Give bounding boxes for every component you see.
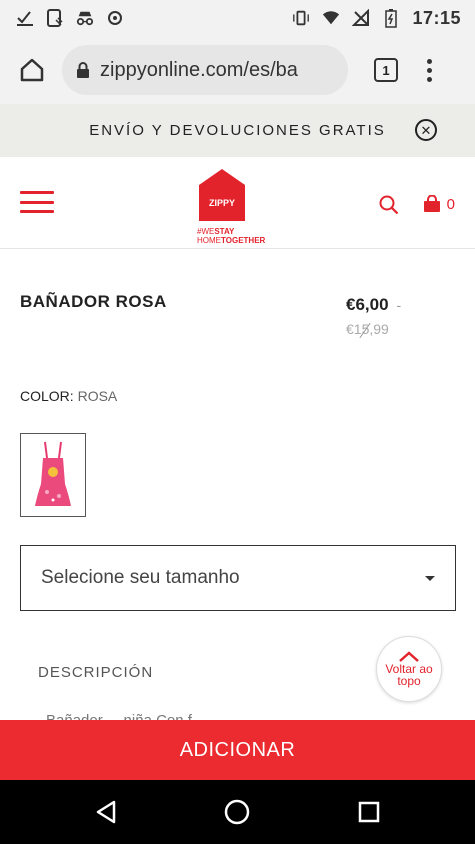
home-icon bbox=[20, 58, 44, 82]
sync-icon bbox=[106, 9, 124, 27]
back-to-top-button[interactable]: Voltar ao topo bbox=[376, 636, 442, 702]
price-block: €6,00- €15,99 bbox=[346, 295, 401, 339]
status-bar: 17:15 bbox=[0, 0, 475, 36]
hamburger-bar bbox=[20, 200, 54, 204]
wifi-icon bbox=[322, 9, 340, 27]
color-swatch-thumbnail[interactable] bbox=[20, 433, 86, 517]
recents-nav-button[interactable] bbox=[339, 782, 399, 842]
cart-count: 0 bbox=[446, 195, 455, 213]
logo-house-icon: ZIPPY bbox=[199, 169, 245, 221]
no-signal-icon bbox=[352, 9, 370, 27]
tagline-bold-2: TOGETHER bbox=[221, 236, 266, 245]
incognito-icon bbox=[76, 9, 94, 27]
vibrate-icon bbox=[292, 9, 310, 27]
lock-icon bbox=[77, 62, 89, 78]
browser-toolbar: zippyonline.com/es/ba 1 bbox=[0, 36, 475, 104]
current-price: €6,00 bbox=[346, 295, 389, 314]
address-bar[interactable]: zippyonline.com/es/ba bbox=[62, 45, 348, 95]
menu-dot bbox=[426, 76, 432, 82]
checkmark-icon bbox=[16, 9, 34, 27]
swimsuit-image bbox=[35, 441, 71, 506]
size-placeholder: Selecione seu tamanho bbox=[41, 567, 240, 588]
color-label: COLOR: bbox=[20, 388, 74, 404]
size-select[interactable]: Selecione seu tamanho bbox=[20, 545, 456, 611]
add-to-cart-button[interactable]: ADICIONAR bbox=[0, 720, 475, 780]
screenshot-icon bbox=[46, 9, 64, 27]
menu-dot bbox=[426, 58, 432, 64]
shopping-bag-icon bbox=[423, 195, 440, 212]
close-icon[interactable]: ✕ bbox=[415, 119, 437, 141]
site-header: ZIPPY #WESTAY HOMETOGETHER 0 bbox=[0, 157, 475, 249]
tagline-prefix: #WE bbox=[197, 227, 215, 236]
description-text: Bañador ... niña Con f... bbox=[46, 712, 204, 720]
hamburger-bar bbox=[20, 210, 54, 213]
promo-banner: ENVÍO Y DEVOLUCIONES GRATIS ✕ bbox=[0, 104, 475, 157]
hamburger-menu-icon[interactable] bbox=[20, 191, 54, 213]
add-button-label: ADICIONAR bbox=[179, 738, 296, 761]
product-title: BAÑADOR ROSA bbox=[20, 292, 167, 311]
original-price: €15,99 bbox=[346, 321, 389, 337]
zippy-logo[interactable]: ZIPPY #WESTAY HOMETOGETHER bbox=[197, 169, 281, 245]
logo-text: ZIPPY bbox=[209, 198, 235, 208]
browser-menu-button[interactable] bbox=[424, 58, 434, 82]
url-text: zippyonline.com/es/ba bbox=[100, 58, 298, 81]
battery-icon bbox=[382, 9, 400, 28]
status-time: 17:15 bbox=[412, 7, 461, 28]
tagline-bold-1: STAY bbox=[214, 227, 235, 236]
home-nav-button[interactable] bbox=[207, 782, 267, 842]
tab-count: 1 bbox=[382, 62, 390, 78]
search-icon[interactable] bbox=[379, 195, 399, 220]
promo-text: ENVÍO Y DEVOLUCIONES GRATIS bbox=[89, 122, 386, 139]
tab-switcher-button[interactable]: 1 bbox=[374, 58, 398, 82]
back-to-top-label: Voltar ao topo bbox=[385, 662, 433, 688]
back-nav-button[interactable] bbox=[76, 782, 136, 842]
home-circle-icon bbox=[225, 799, 250, 825]
price-dash: - bbox=[396, 297, 402, 313]
description-toggle[interactable]: DESCRIPCIÓN bbox=[38, 664, 153, 681]
system-nav-bar bbox=[0, 780, 475, 844]
color-info: COLOR: ROSA bbox=[20, 388, 117, 404]
recents-square-icon bbox=[358, 801, 380, 823]
back-triangle-icon bbox=[96, 800, 116, 824]
menu-dot bbox=[426, 67, 432, 73]
dropdown-caret-icon bbox=[425, 575, 435, 581]
logo-tagline: #WESTAY HOMETOGETHER bbox=[197, 227, 281, 245]
tagline-prefix-2: HOME bbox=[197, 236, 221, 245]
color-value: ROSA bbox=[77, 388, 118, 404]
cart-button[interactable]: 0 bbox=[423, 195, 455, 213]
home-button[interactable] bbox=[12, 50, 52, 90]
hamburger-bar bbox=[20, 191, 54, 194]
